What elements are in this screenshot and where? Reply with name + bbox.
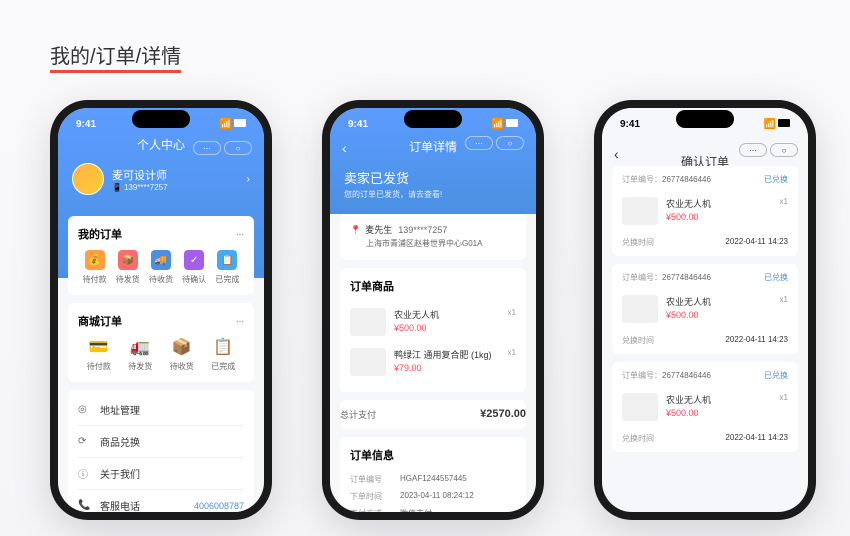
order-tab-done[interactable]: 📋已完成 bbox=[215, 250, 239, 285]
order-card[interactable]: 订单编号：26774846446已兑换 农业无人机¥500.00x1 兑换时间2… bbox=[612, 264, 798, 354]
status-badge: 已兑换 bbox=[764, 272, 788, 283]
product-image bbox=[350, 348, 386, 376]
box-icon: 📦 bbox=[118, 250, 138, 270]
phone-order-detail: 9:41📶 ‹ 订单详情 ⋯○ 卖家已发货 您的订单已发货，请去查看! 📍麦先生… bbox=[322, 100, 544, 520]
notch bbox=[676, 110, 734, 128]
my-orders-card: 我的订单 ⋯ 💰待付款 📦待发货 🚚待收货 ✓待确认 📋已完成 bbox=[68, 216, 254, 295]
exchange-icon: ⟳ bbox=[78, 436, 92, 447]
address-detail: 上海市青浦区赵巷世界中心G01A bbox=[350, 238, 516, 250]
mall-tab-pay[interactable]: 💳待付款 bbox=[87, 337, 111, 372]
ship-status-sub: 您的订单已发货，请去查看! bbox=[344, 189, 522, 200]
phone-confirm-order: 9:41📶 ‹ 确认订单 ⋯○ 订单编号：26774846446已兑换 农业无人… bbox=[594, 100, 816, 520]
done-icon: 📋 bbox=[213, 337, 233, 357]
total-card: 总计支付¥2570.00 bbox=[340, 400, 526, 429]
card-title: 订单信息 bbox=[350, 447, 394, 463]
product-image bbox=[622, 295, 658, 323]
capsule-menu-icon[interactable]: ⋯ bbox=[739, 143, 767, 157]
order-tab-ship[interactable]: 📦待发货 bbox=[116, 250, 140, 285]
location-icon: ◎ bbox=[78, 404, 92, 415]
menu-exchange[interactable]: ⟳商品兑换 bbox=[78, 425, 244, 457]
mall-tab-receive[interactable]: 📦待收货 bbox=[170, 337, 194, 372]
more-icon[interactable]: ⋯ bbox=[236, 317, 244, 326]
goods-item[interactable]: 鸭绿江 通用复合肥 (1kg)¥79.00x1 bbox=[350, 342, 516, 382]
wallet-icon: 💳 bbox=[89, 337, 109, 357]
product-image bbox=[622, 197, 658, 225]
user-phone: 📱139****7257 bbox=[112, 183, 239, 192]
menu-card: ◎地址管理 ⟳商品兑换 ⓘ关于我们 📞客服电话4006008787 bbox=[68, 390, 254, 512]
breadcrumb-link[interactable]: 我的/订单/详情 bbox=[50, 46, 181, 73]
address-card[interactable]: 📍麦先生139****7257 上海市青浦区赵巷世界中心G01A bbox=[340, 214, 526, 260]
box-icon: 📦 bbox=[172, 337, 192, 357]
order-tab-pay[interactable]: 💰待付款 bbox=[83, 250, 107, 285]
capsule-close-icon[interactable]: ○ bbox=[496, 136, 524, 150]
done-icon: 📋 bbox=[217, 250, 237, 270]
capsule-close-icon[interactable]: ○ bbox=[770, 143, 798, 157]
avatar bbox=[72, 163, 104, 195]
card-title: 我的订单 bbox=[78, 226, 122, 242]
truck-icon: 🚛 bbox=[130, 337, 150, 357]
check-icon: ✓ bbox=[184, 250, 204, 270]
ship-status-title: 卖家已发货 bbox=[344, 168, 522, 187]
card-title: 订单商品 bbox=[350, 278, 394, 294]
more-icon[interactable]: ⋯ bbox=[236, 230, 244, 239]
mall-orders-card: 商城订单 ⋯ 💳待付款 🚛待发货 📦待收货 📋已完成 bbox=[68, 303, 254, 382]
goods-item[interactable]: 农业无人机¥500.00x1 bbox=[350, 302, 516, 342]
truck-icon: 🚚 bbox=[151, 250, 171, 270]
card-title: 商城订单 bbox=[78, 313, 122, 329]
status-badge: 已兑换 bbox=[764, 370, 788, 381]
info-icon: ⓘ bbox=[78, 466, 92, 481]
notch bbox=[132, 110, 190, 128]
info-row: 支付方式微信支付 bbox=[350, 505, 516, 513]
pin-icon: 📍 bbox=[350, 225, 361, 235]
info-row: 订单编号HGAF1244557445 bbox=[350, 471, 516, 488]
info-row: 下单时间2023-04-11 08:24:12 bbox=[350, 488, 516, 505]
menu-about[interactable]: ⓘ关于我们 bbox=[78, 457, 244, 489]
wallet-icon: 💰 bbox=[85, 250, 105, 270]
order-tab-receive[interactable]: 🚚待收货 bbox=[149, 250, 173, 285]
goods-card: 订单商品 农业无人机¥500.00x1 鸭绿江 通用复合肥 (1kg)¥79.0… bbox=[340, 268, 526, 392]
order-card[interactable]: 订单编号：26774846446已兑换 农业无人机¥500.00x1 兑换时间2… bbox=[612, 166, 798, 256]
notch bbox=[404, 110, 462, 128]
order-tab-confirm[interactable]: ✓待确认 bbox=[182, 250, 206, 285]
mall-tab-ship[interactable]: 🚛待发货 bbox=[128, 337, 152, 372]
mall-tab-done[interactable]: 📋已完成 bbox=[211, 337, 235, 372]
product-image bbox=[350, 308, 386, 336]
phone-profile: 9:41📶 麦可设计师📱139****7257 › 个人中心 ⋯○ 我的订单⋯ … bbox=[50, 100, 272, 520]
phone-icon: 📞 bbox=[78, 500, 92, 511]
menu-service[interactable]: 📞客服电话4006008787 bbox=[78, 489, 244, 512]
capsule-close-icon[interactable]: ○ bbox=[224, 141, 252, 155]
chevron-right-icon: › bbox=[247, 174, 250, 185]
product-image bbox=[622, 393, 658, 421]
user-name: 麦可设计师 bbox=[112, 167, 239, 183]
menu-address[interactable]: ◎地址管理 bbox=[78, 394, 244, 425]
capsule-menu-icon[interactable]: ⋯ bbox=[465, 136, 493, 150]
status-badge: 已兑换 bbox=[764, 174, 788, 185]
capsule-menu-icon[interactable]: ⋯ bbox=[193, 141, 221, 155]
order-card[interactable]: 订单编号：26774846446已兑换 农业无人机¥500.00x1 兑换时间2… bbox=[612, 362, 798, 452]
breadcrumb: 我的/订单/详情 bbox=[50, 40, 181, 69]
info-card: 订单信息 订单编号HGAF1244557445 下单时间2023-04-11 0… bbox=[340, 437, 526, 513]
profile-card[interactable]: 麦可设计师📱139****7257 › bbox=[72, 163, 250, 195]
